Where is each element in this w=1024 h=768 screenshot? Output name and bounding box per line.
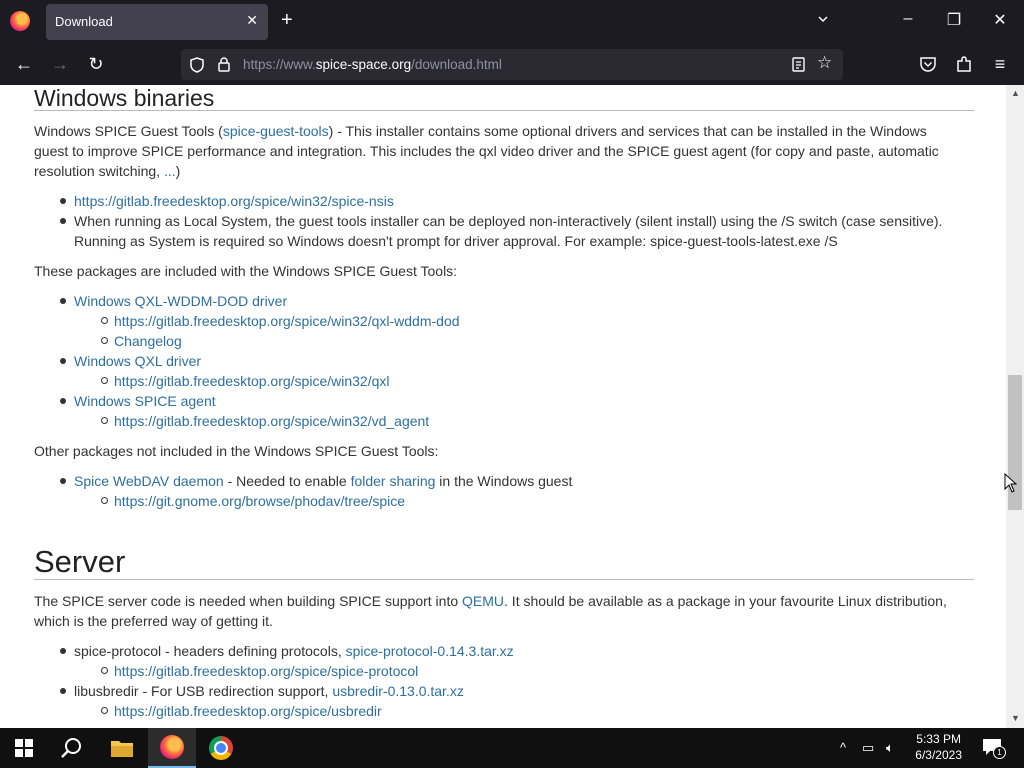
spice-guest-tools-link[interactable]: spice-guest-tools (223, 123, 329, 139)
clock-date: 6/3/2023 (915, 748, 962, 762)
protocol-text: spice-protocol - headers defining protoc… (74, 643, 346, 659)
windows-binaries-heading: Windows binaries (34, 85, 974, 111)
local-system-text: When running as Local System, the guest … (74, 213, 943, 249)
firefox-taskbar-icon[interactable] (148, 728, 196, 768)
new-tab-plus-icon[interactable]: + (281, 10, 293, 30)
page-viewport: Windows binaries Windows SPICE Guest Too… (0, 85, 1006, 728)
network-icon[interactable]: ▭ (862, 740, 874, 756)
usbredir-repo-link[interactable]: https://gitlab.freedesktop.org/spice/usb… (114, 703, 382, 719)
sub-list-item: Changelog (101, 331, 182, 351)
included-packages-text: These packages are included with the Win… (34, 263, 458, 279)
windows-taskbar: ^ ▭ 🔈︎ 5:33 PM 6/3/2023 1 (0, 728, 1024, 768)
sub-list-item: https://gitlab.freedesktop.org/spice/spi… (100, 661, 418, 681)
minimize-icon[interactable]: – (898, 10, 918, 34)
list-item: libusbredir - For USB redirection suppor… (60, 681, 964, 701)
notification-count-badge: 1 (993, 746, 1006, 759)
shield-icon[interactable] (190, 57, 204, 73)
firefox-logo-icon (10, 11, 30, 31)
sub-list-item: https://git.gnome.org/browse/phodav/tree… (100, 491, 405, 511)
webdav-text-end: in the Windows guest (435, 473, 573, 489)
browser-chrome: Download ✕ + – ❐ ✕ ← → ↻ https://www.spi… (0, 0, 1024, 85)
qxl-wddm-dod-link[interactable]: Windows QXL-WDDM-DOD driver (74, 293, 287, 309)
list-item: Windows QXL driver (60, 351, 964, 371)
tab-close-icon[interactable]: ✕ (246, 12, 258, 29)
tab-title: Download (55, 14, 113, 29)
server-intro-paragraph: The SPICE server code is needed when bui… (34, 591, 964, 631)
list-item: spice-protocol - headers defining protoc… (60, 641, 964, 661)
restore-icon[interactable]: ❐ (944, 10, 964, 34)
list-item: Spice WebDAV daemon - Needed to enable f… (60, 471, 964, 491)
server-heading: Server (34, 544, 974, 580)
vertical-scrollbar[interactable]: ▲ ▼ (1006, 85, 1024, 728)
search-icon[interactable] (48, 728, 96, 768)
usbredir-text: libusbredir - For USB redirection suppor… (74, 683, 333, 699)
scroll-up-arrow-icon[interactable]: ▲ (1011, 88, 1020, 98)
qxl-repo-link[interactable]: https://gitlab.freedesktop.org/spice/win… (114, 373, 390, 389)
spice-agent-link[interactable]: Windows SPICE agent (74, 393, 216, 409)
other-packages-text: Other packages not included in the Windo… (34, 443, 439, 459)
intro-text-start: Windows SPICE Guest Tools ( (34, 123, 223, 139)
clock-time: 5:33 PM (916, 732, 961, 746)
menu-hamburger-icon[interactable]: ≡ (988, 52, 1012, 76)
spice-protocol-tarball-link[interactable]: spice-protocol-0.14.3.tar.xz (346, 643, 514, 659)
qxl-driver-link[interactable]: Windows QXL driver (74, 353, 201, 369)
tab-download[interactable]: Download ✕ (46, 4, 268, 40)
window-close-icon[interactable]: ✕ (990, 10, 1010, 34)
show-hidden-icons-chevron-icon[interactable]: ^ (840, 740, 846, 755)
list-all-tabs-chevron-icon[interactable] (818, 14, 828, 24)
webdav-daemon-link[interactable]: Spice WebDAV daemon (74, 473, 224, 489)
scroll-down-arrow-icon[interactable]: ▼ (1011, 713, 1020, 723)
notification-center-icon[interactable]: 1 (982, 738, 1006, 759)
ellipsis-link[interactable]: ... (164, 163, 176, 179)
webdav-text: - Needed to enable (223, 473, 351, 489)
chrome-icon[interactable] (197, 728, 245, 768)
bookmark-star-icon[interactable]: ☆ (817, 53, 832, 73)
file-explorer-icon[interactable] (98, 728, 146, 768)
sub-list-item: https://gitlab.freedesktop.org/spice/win… (100, 411, 429, 431)
sub-list-item: https://gitlab.freedesktop.org/spice/win… (101, 371, 390, 391)
folder-sharing-link[interactable]: folder sharing (351, 473, 436, 489)
qxl-wddm-dod-repo-link[interactable]: https://gitlab.freedesktop.org/spice/win… (114, 313, 460, 329)
reload-icon[interactable]: ↻ (84, 52, 108, 76)
url-bar[interactable]: https://www.spice-space.org/download.htm… (181, 49, 843, 80)
back-arrow-icon[interactable]: ← (12, 52, 36, 76)
extensions-puzzle-icon[interactable] (956, 56, 972, 73)
usbredir-tarball-link[interactable]: usbredir-0.13.0.tar.xz (332, 683, 464, 699)
windows-intro-paragraph: Windows SPICE Guest Tools (spice-guest-t… (34, 121, 964, 181)
nav-bar: ← → ↻ https://www.spice-space.org/downlo… (0, 44, 1024, 85)
list-item: When running as Local System, the guest … (60, 211, 964, 251)
intro-text-end: ) (175, 163, 181, 179)
spice-protocol-repo-link[interactable]: https://gitlab.freedesktop.org/spice/spi… (114, 663, 418, 679)
phodav-repo-link[interactable]: https://git.gnome.org/browse/phodav/tree… (114, 493, 405, 509)
list-item: https://gitlab.freedesktop.org/spice/win… (60, 191, 964, 211)
forward-arrow-icon[interactable]: → (48, 52, 72, 76)
qemu-link[interactable]: QEMU (462, 593, 504, 609)
list-item: Windows QXL-WDDM-DOD driver (60, 291, 964, 311)
tab-strip: Download ✕ + – ❐ ✕ (0, 0, 1024, 44)
list-item: Windows SPICE agent (60, 391, 964, 411)
sub-list-item: https://gitlab.freedesktop.org/spice/win… (101, 311, 460, 331)
start-windows-icon[interactable] (0, 728, 48, 768)
volume-muted-icon[interactable]: 🔈︎ (886, 740, 894, 756)
server-intro-start: The SPICE server code is needed when bui… (34, 593, 463, 609)
system-clock[interactable]: 5:33 PM 6/3/2023 (915, 731, 962, 763)
reader-view-icon[interactable] (792, 57, 805, 72)
pocket-icon[interactable] (919, 56, 937, 73)
changelog-link[interactable]: Changelog (114, 333, 182, 349)
vd-agent-repo-link[interactable]: https://gitlab.freedesktop.org/spice/win… (114, 413, 429, 429)
sub-list-item: https://gitlab.freedesktop.org/spice/usb… (101, 701, 382, 721)
mouse-cursor-icon (1004, 473, 1018, 493)
spice-nsis-link[interactable]: https://gitlab.freedesktop.org/spice/win… (74, 193, 394, 209)
url-text[interactable]: https://www.spice-space.org/download.htm… (243, 57, 502, 72)
lock-icon[interactable] (218, 57, 230, 72)
